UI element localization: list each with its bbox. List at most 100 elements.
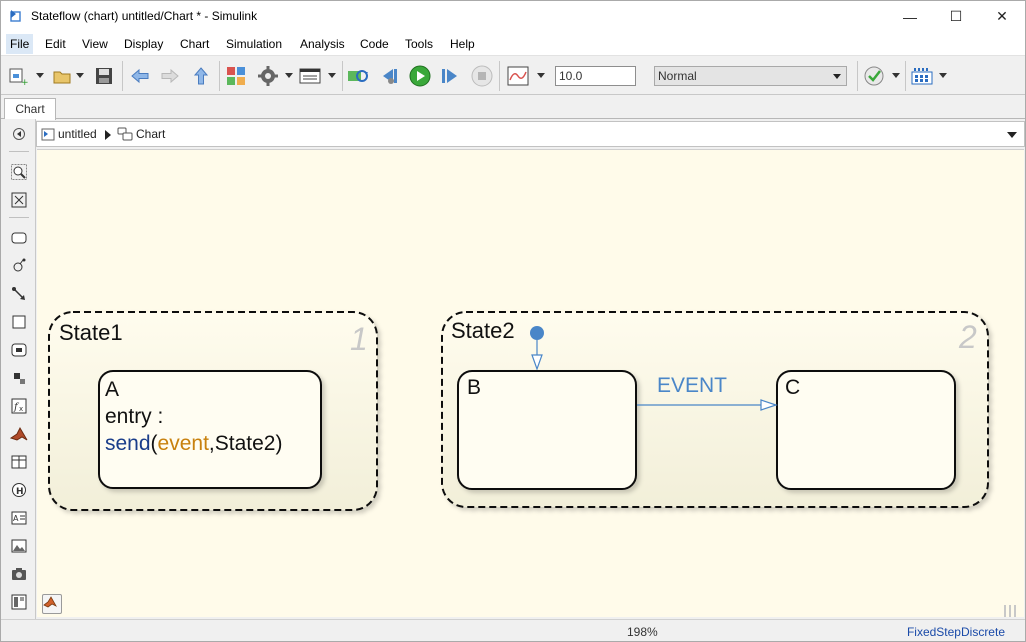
forward-button[interactable] (159, 65, 181, 87)
step-forward-button[interactable] (439, 65, 461, 87)
tab-chart[interactable]: Chart (4, 98, 56, 120)
minimize-button[interactable]: — (887, 1, 933, 32)
hide-palette-button[interactable] (10, 125, 28, 143)
box-icon (12, 315, 26, 329)
menu-view[interactable]: View (82, 37, 108, 51)
toolbar-separator (499, 61, 500, 91)
transition-label: EVENT (657, 374, 727, 397)
function-icon: fx (11, 398, 27, 414)
state-icon (11, 232, 27, 244)
state-c-outline (776, 370, 956, 490)
simulation-mode-value: Normal (658, 69, 697, 83)
build-button[interactable] (911, 65, 933, 87)
zoom-in-button[interactable] (10, 163, 28, 181)
truth-table-tool-button[interactable] (10, 453, 28, 471)
new-model-button[interactable]: + (7, 65, 29, 87)
model-browser-icon (11, 594, 27, 610)
history-junction-tool-button[interactable]: H (10, 481, 28, 499)
state-tool-button[interactable] (10, 229, 28, 247)
maximize-button[interactable]: ☐ (933, 1, 979, 32)
menu-file[interactable]: File (6, 34, 34, 54)
state-a[interactable]: A entry : send(event,State2) (98, 370, 322, 489)
model-browser-tool-button[interactable] (10, 593, 28, 611)
fit-to-view-button[interactable] (10, 191, 28, 209)
object-palette: fx H A (1, 119, 36, 619)
run-button[interactable] (409, 65, 431, 87)
menu-display[interactable]: Display (124, 37, 163, 51)
menu-simulation[interactable]: Simulation (226, 37, 282, 51)
open-dropdown-arrow[interactable] (76, 73, 84, 78)
breadcrumb-chevron-icon (105, 130, 111, 140)
menu-tools[interactable]: Tools (405, 37, 433, 51)
menu-chart[interactable]: Chart (180, 37, 209, 51)
save-button[interactable] (93, 65, 115, 87)
send-open-paren: ( (151, 432, 158, 455)
open-button[interactable] (51, 65, 73, 87)
state-c[interactable]: C (776, 370, 956, 490)
menu-edit[interactable]: Edit (45, 37, 66, 51)
step-back-config-button[interactable] (347, 65, 369, 87)
breadcrumb-dropdown-icon[interactable] (1007, 132, 1017, 138)
step-forward-icon (442, 69, 457, 83)
close-icon: ✕ (996, 8, 1008, 24)
matlab-function-tool-button[interactable] (10, 425, 28, 443)
close-button[interactable]: ✕ (979, 1, 1025, 32)
status-bar: 198% FixedStepDiscrete (1, 619, 1025, 641)
state-b[interactable]: B (457, 370, 637, 490)
build-dropdown-arrow[interactable] (939, 73, 947, 78)
breadcrumb-item-chart[interactable]: Chart (117, 127, 165, 141)
menu-code[interactable]: Code (360, 37, 389, 51)
send-event-arg: event (158, 432, 210, 455)
library-browser-button[interactable] (225, 65, 247, 87)
function-tool-button[interactable]: fx (10, 397, 28, 415)
annotation-icon: A (11, 511, 27, 525)
menu-help[interactable]: Help (450, 37, 475, 51)
config-dropdown-arrow[interactable] (285, 73, 293, 78)
up-to-parent-button[interactable] (190, 65, 212, 87)
simulation-data-inspector-button[interactable] (507, 65, 529, 87)
annotation-tool-button[interactable]: A (10, 509, 28, 527)
gear-icon (258, 66, 278, 86)
model-explorer-button[interactable] (299, 65, 321, 87)
breadcrumb-chart-label: Chart (136, 127, 166, 141)
transition-arrow-icon (12, 287, 25, 300)
matlab-icon (10, 426, 28, 441)
solver-link[interactable]: FixedStepDiscrete (907, 625, 1005, 639)
simulink-state-tool-button[interactable] (10, 341, 28, 359)
chart-diagram: State1 1 A entry : send(event,State2) St… (48, 311, 989, 511)
transition-tool-button[interactable] (10, 285, 28, 303)
back-button[interactable] (129, 65, 151, 87)
toolbar-separator (219, 61, 220, 91)
stop-time-input[interactable]: 10.0 (555, 66, 636, 86)
inspector-dropdown-arrow[interactable] (537, 73, 545, 78)
maximize-icon: ☐ (949, 8, 963, 24)
advisor-dropdown-arrow[interactable] (892, 73, 900, 78)
step-back-button[interactable] (379, 65, 401, 87)
model-advisor-button[interactable] (863, 65, 885, 87)
toolbar-separator (857, 61, 858, 91)
send-keyword: send (105, 432, 151, 455)
menu-analysis[interactable]: Analysis (300, 37, 345, 51)
explorer-dropdown-arrow[interactable] (328, 73, 336, 78)
camera-icon (12, 568, 26, 580)
stop-button[interactable] (471, 65, 493, 87)
simulation-mode-select[interactable]: Normal (654, 66, 847, 86)
state1-order: 1 (350, 321, 368, 357)
breadcrumb-item-untitled[interactable]: untitled (41, 127, 97, 141)
image-tool-button[interactable] (10, 537, 28, 555)
default-transition-tool-button[interactable] (10, 257, 28, 275)
svg-text:A: A (13, 514, 19, 523)
new-model-icon: + (9, 68, 28, 86)
new-dropdown-arrow[interactable] (36, 73, 44, 78)
model-config-button[interactable] (257, 65, 279, 87)
matlab-logo-icon (43, 596, 57, 608)
view-marks-button[interactable] (42, 594, 62, 614)
screenshot-tool-button[interactable] (10, 565, 28, 583)
state-b-name: B (467, 376, 481, 399)
resize-grip-icon[interactable] (1003, 605, 1019, 617)
toolbar-separator (342, 61, 343, 91)
junction-tool-button[interactable] (10, 369, 28, 387)
editor-tab-strip: Chart (1, 96, 1025, 120)
chart-canvas[interactable]: State1 1 A entry : send(event,State2) St… (37, 149, 1024, 617)
box-tool-button[interactable] (10, 313, 28, 331)
